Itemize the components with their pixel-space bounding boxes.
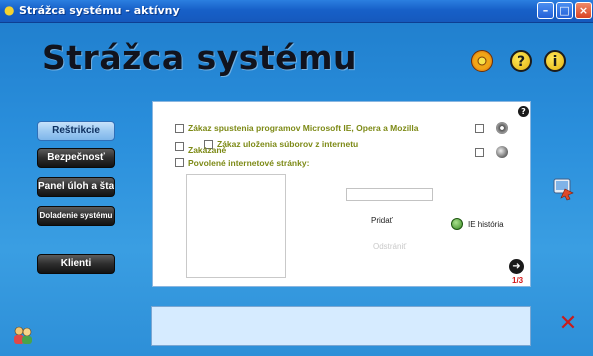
ie-history-link[interactable]: IE história	[468, 220, 504, 229]
nav-system-tuning[interactable]: Doladenie systému	[37, 206, 115, 226]
nav-clients[interactable]: Klienti	[37, 254, 115, 274]
option-b-checkbox[interactable]	[475, 148, 484, 157]
app-window: ● Strážca systému - aktívny – □ × Strážc…	[0, 0, 593, 356]
sites-listbox[interactable]	[186, 174, 286, 278]
app-title: Strážca systému	[42, 38, 357, 77]
url-input[interactable]	[346, 188, 433, 201]
flame-icon: ●	[4, 3, 15, 17]
forbidden-checkbox[interactable]	[175, 142, 184, 151]
info-icon[interactable]: i	[544, 50, 566, 72]
option-a-checkbox[interactable]	[475, 124, 484, 133]
users-icon[interactable]	[12, 325, 34, 345]
block-programs-checkbox[interactable]	[175, 124, 184, 133]
nav-restrictions[interactable]: Reštrikcie	[37, 121, 115, 141]
panel-help-icon[interactable]: ?	[518, 106, 529, 117]
title-bar: ● Strážca systému - aktívny – □ ×	[0, 0, 593, 23]
forbidden-label: Zakázané	[188, 145, 227, 155]
tools-icon	[496, 146, 508, 158]
help-icon[interactable]: ?	[510, 50, 532, 72]
close-app-icon[interactable]: ✕	[557, 313, 579, 335]
page-indicator: 1/3	[512, 276, 524, 285]
computer-transfer-icon[interactable]	[551, 175, 575, 201]
close-icon: ×	[578, 4, 589, 17]
ie-history-icon[interactable]	[451, 218, 463, 230]
add-button[interactable]: Pridať	[371, 216, 393, 225]
allowed-sites-checkbox[interactable]	[175, 158, 184, 167]
remove-button[interactable]: Odstrániť	[373, 242, 406, 251]
allowed-sites-label: Povolené internetové stránky:	[188, 158, 310, 168]
nav-security[interactable]: Bezpečnosť	[37, 148, 115, 168]
restrictions-panel: ? Zákaz spustenia programov Microsoft IE…	[152, 101, 531, 287]
nav-taskbar-start[interactable]: Panel úloh a štart	[37, 177, 115, 197]
gear-icon[interactable]	[471, 50, 493, 72]
maximize-icon: □	[559, 4, 570, 17]
window-title: Strážca systému - aktívny	[19, 4, 180, 17]
status-box	[151, 306, 531, 346]
minimize-icon: –	[542, 4, 549, 17]
close-window-button[interactable]: ×	[575, 2, 592, 19]
disc-icon	[496, 122, 508, 134]
minimize-button[interactable]: –	[537, 2, 554, 19]
next-page-arrow-icon[interactable]: ➜	[509, 259, 524, 274]
maximize-button[interactable]: □	[556, 2, 573, 19]
block-programs-label: Zákaz spustenia programov Microsoft IE, …	[188, 123, 419, 133]
block-downloads-label: Zákaz uloženia súborov z internetu	[217, 139, 359, 149]
